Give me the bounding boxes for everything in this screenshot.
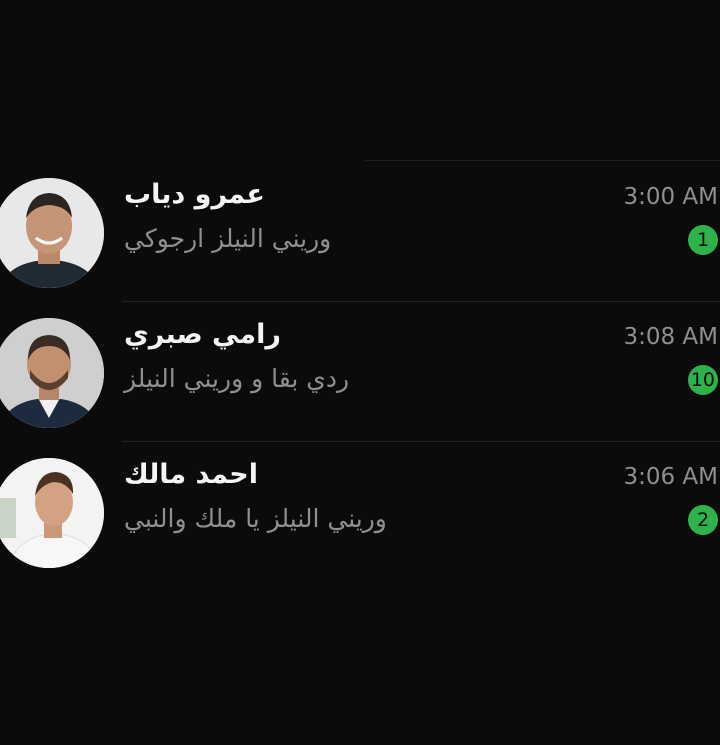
chat-row[interactable]: عمرو دياب وريني النيلز ارجوكي 3:00 AM 1 — [0, 162, 720, 302]
contact-name: احمد مالك — [124, 459, 258, 490]
unread-badge: 1 — [688, 225, 718, 255]
divider — [365, 160, 720, 161]
unread-badge: 2 — [688, 505, 718, 535]
chat-list-screen: عمرو دياب وريني النيلز ارجوكي 3:00 AM 1 … — [0, 0, 720, 745]
message-preview: وريني النيلز ارجوكي — [124, 224, 332, 253]
person-avatar-icon — [0, 178, 104, 288]
unread-badge: 10 — [687, 365, 718, 395]
message-preview: وريني النيلز يا ملك والنبي — [124, 504, 387, 533]
contact-name: عمرو دياب — [124, 179, 265, 210]
avatar[interactable] — [0, 318, 104, 428]
person-avatar-icon — [0, 458, 104, 568]
avatar[interactable] — [0, 458, 104, 568]
person-avatar-icon — [0, 318, 104, 428]
message-time: 3:06 AM — [623, 464, 718, 490]
message-time: 3:08 AM — [623, 324, 718, 350]
chat-row[interactable]: رامي صبري ردي بقا و وريني النيلز 3:08 AM… — [0, 302, 720, 442]
chat-row[interactable]: احمد مالك وريني النيلز يا ملك والنبي 3:0… — [0, 442, 720, 582]
avatar[interactable] — [0, 178, 104, 288]
contact-name: رامي صبري — [124, 319, 281, 350]
message-preview: ردي بقا و وريني النيلز — [124, 364, 350, 393]
message-time: 3:00 AM — [623, 184, 718, 210]
